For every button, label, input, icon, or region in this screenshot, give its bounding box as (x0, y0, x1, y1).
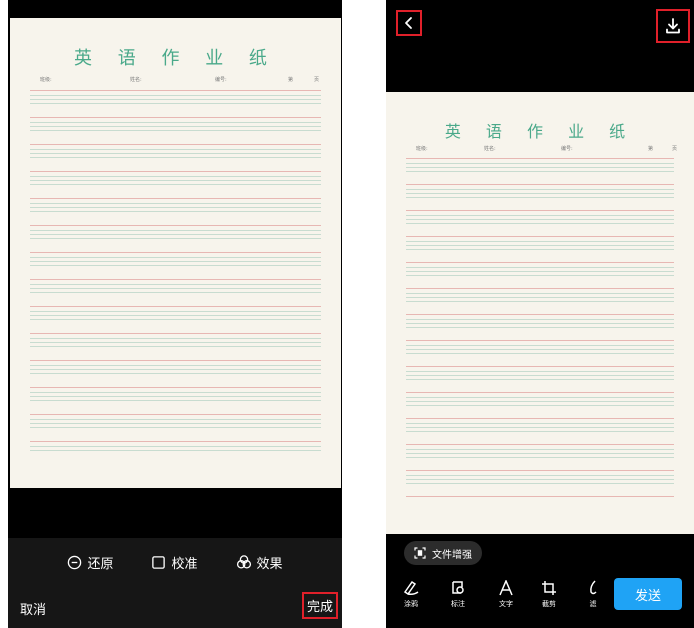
paper-title: 英 语 作 业 纸 (444, 122, 636, 141)
annotate-label: 标注 (451, 600, 465, 608)
document-enhance-button[interactable]: 文件增强 (404, 541, 482, 565)
chevron-left-icon (405, 17, 412, 29)
calibrate-button[interactable]: 校准 (151, 553, 198, 572)
calibrate-label: 校准 (171, 556, 198, 572)
document-preview: 英 语 作 业 纸 班级: 姓名: 编号: 第 页 (10, 18, 341, 488)
cancel-button[interactable]: 取消 (20, 599, 46, 618)
edit-screen: 英 语 作 业 纸 班级: 姓名: 编号: 第 页 文件增强 涂鸦 标注 文字 … (386, 0, 694, 628)
back-button[interactable] (396, 10, 422, 36)
annotation-icon (452, 581, 464, 594)
doodle-label: 涂鸦 (404, 600, 418, 608)
doodle-tool[interactable]: 涂鸦 (402, 580, 420, 609)
ruled-lines (406, 158, 674, 498)
crop-label: 截剪 (542, 600, 556, 608)
annotate-tool[interactable]: 标注 (450, 580, 466, 609)
adjust-toolbar: 还原 校准 效果 (8, 538, 342, 586)
document-enhance-label: 文件增强 (432, 549, 472, 561)
paper-field: 编号: (561, 146, 573, 152)
ruled-lines (30, 90, 321, 453)
filter-icon (590, 580, 597, 595)
effects-button[interactable]: 效果 (236, 553, 283, 572)
crop-tool[interactable]: 截剪 (541, 580, 557, 609)
effects-circles-icon (236, 555, 251, 569)
crop-screen: 英 语 作 业 纸 班级: 姓名: 编号: 第 页 还原 校准 效果 取消 完成 (8, 0, 342, 628)
square-outline-icon (152, 555, 166, 569)
download-button[interactable] (656, 9, 690, 43)
crop-icon (542, 581, 556, 595)
paper-field: 页 (314, 77, 320, 83)
document-preview: 英 语 作 业 纸 班级: 姓名: 编号: 第 页 (386, 92, 694, 534)
bottom-bar: 取消 完成 (8, 586, 342, 628)
text-a-icon (499, 580, 513, 596)
done-button[interactable]: 完成 (302, 592, 338, 619)
paper-field: 第 (648, 146, 654, 152)
document-scan-icon (414, 547, 426, 559)
paper-title: 英 语 作 业 纸 (74, 48, 277, 69)
filter-tool[interactable]: 滤 (588, 580, 598, 609)
paper-field: 页 (672, 146, 678, 152)
effects-label: 效果 (256, 556, 283, 572)
restore-label: 还原 (87, 556, 114, 572)
restore-button[interactable]: 还原 (67, 553, 113, 572)
paper-field: 班级: (40, 77, 52, 83)
download-icon (666, 18, 680, 34)
paper-field: 班级: (416, 146, 428, 152)
paper-field: 第 (288, 77, 294, 83)
filter-label: 滤 (589, 600, 597, 608)
paper-field: 姓名: (484, 146, 496, 152)
paper-field: 姓名: (130, 77, 142, 83)
draw-pen-icon (403, 580, 419, 596)
text-tool[interactable]: 文字 (498, 580, 514, 609)
send-button[interactable]: 发送 (614, 578, 682, 610)
paper-field: 编号: (215, 77, 227, 83)
edit-toolbar: 涂鸦 标注 文字 截剪 滤 发送 (386, 576, 694, 626)
text-label: 文字 (499, 600, 513, 608)
minus-circle-icon (68, 555, 82, 569)
